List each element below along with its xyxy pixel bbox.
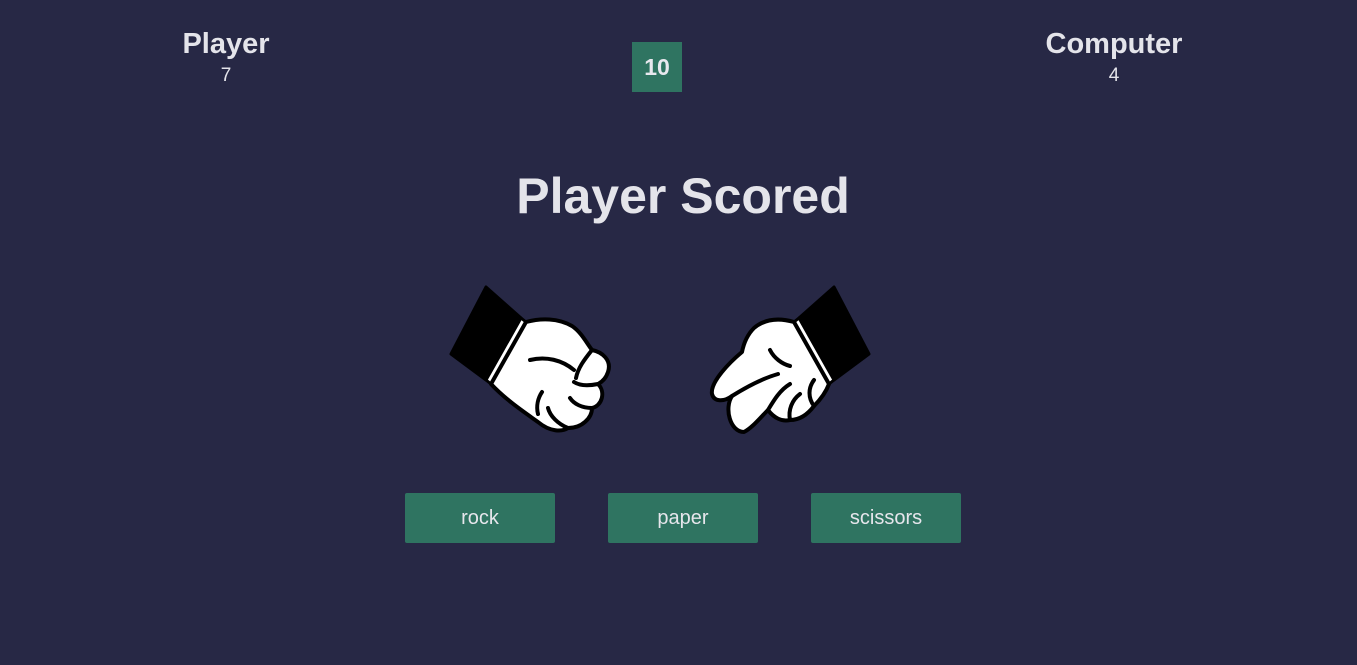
result-message: Player Scored [516, 168, 850, 224]
computer-score-panel: Computer 4 [994, 26, 1234, 88]
player-score: 7 [220, 65, 232, 86]
round-counter: 10 [632, 42, 682, 92]
paper-button[interactable]: paper [608, 493, 758, 543]
player-score-panel: Player 7 [106, 26, 346, 88]
scissors-hand-icon [704, 282, 874, 442]
rock-hand-icon [446, 282, 616, 442]
player-label: Player [182, 28, 270, 60]
scissors-button[interactable]: scissors [811, 493, 961, 543]
computer-label: Computer [1045, 28, 1183, 60]
computer-score: 4 [1108, 65, 1120, 86]
rock-button[interactable]: rock [405, 493, 555, 543]
